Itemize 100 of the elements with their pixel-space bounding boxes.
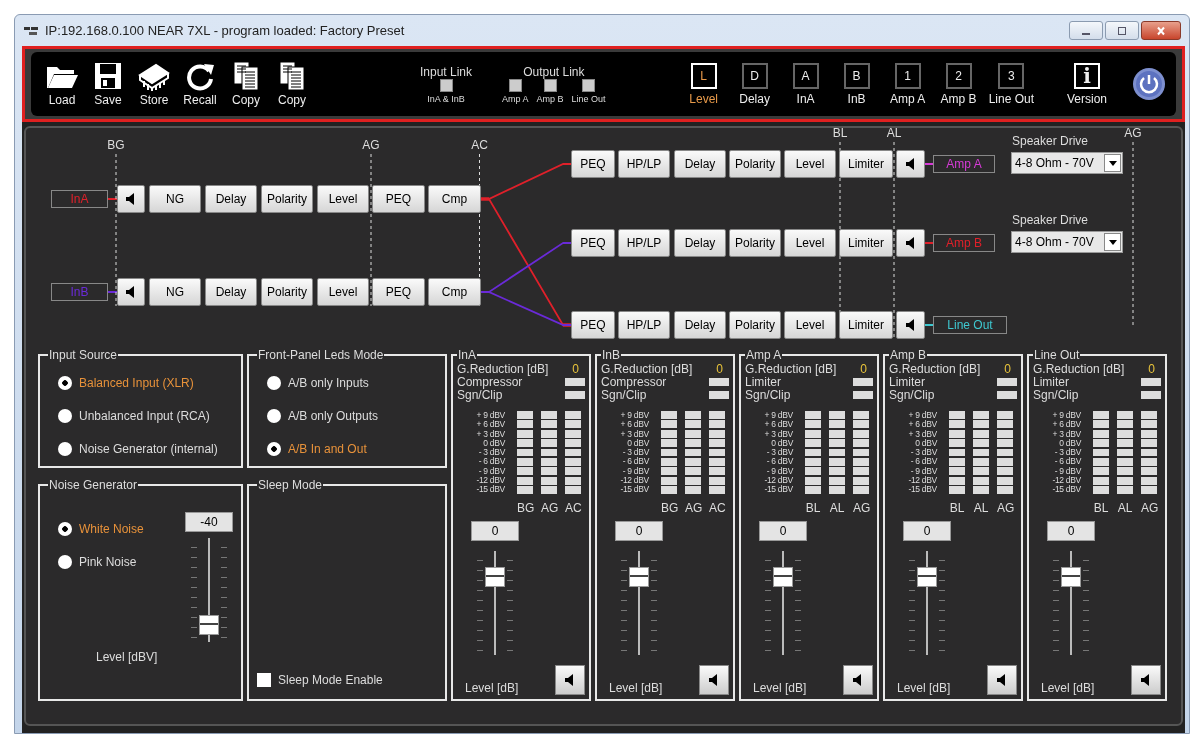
radio-button[interactable] — [58, 441, 72, 456]
chain-block-button[interactable]: Delay — [674, 150, 726, 178]
chain-block-button[interactable]: PEQ — [372, 185, 425, 213]
chain-block-button[interactable]: HP/LP — [618, 150, 670, 178]
mute-button[interactable] — [555, 665, 585, 695]
speaker-drive-dropdown[interactable]: 4-8 Ohm - 70V — [1011, 152, 1123, 174]
level-value-field[interactable]: 0 — [471, 520, 519, 541]
mute-button[interactable] — [896, 150, 925, 178]
chain-block-button[interactable]: Limiter — [839, 311, 893, 339]
meter-label: AG — [997, 500, 1013, 515]
radio-button[interactable] — [267, 441, 281, 456]
led-label: Sgn/Clip — [457, 387, 503, 402]
slider-thumb[interactable] — [1061, 567, 1081, 588]
mute-button[interactable] — [896, 311, 925, 339]
chain-block-button[interactable]: PEQ — [571, 150, 615, 178]
radio-button[interactable] — [267, 408, 281, 423]
chain-block-button[interactable]: Polarity — [261, 185, 313, 213]
mute-button[interactable] — [117, 278, 145, 306]
level-value-field[interactable]: 0 — [1047, 520, 1095, 541]
radio-button[interactable] — [58, 521, 72, 536]
close-button[interactable] — [1141, 21, 1181, 40]
chain-block-button[interactable]: Level — [784, 311, 836, 339]
toolbar-button[interactable]: Load — [45, 61, 79, 107]
maximize-button[interactable] — [1105, 21, 1139, 40]
mute-button[interactable] — [117, 185, 145, 213]
level-value-field[interactable]: 0 — [903, 520, 951, 541]
checkbox[interactable] — [257, 673, 271, 687]
level-value-field[interactable]: 0 — [615, 520, 663, 541]
chain-block-button[interactable]: HP/LP — [618, 229, 670, 257]
group-title: Line Out — [1033, 348, 1081, 362]
slider-thumb[interactable] — [485, 567, 505, 588]
view-tab[interactable]: A InA — [784, 62, 827, 106]
mute-button[interactable] — [896, 229, 925, 257]
view-tab[interactable]: L Level — [682, 62, 725, 106]
slider-thumb[interactable] — [917, 567, 937, 588]
view-tab[interactable]: B InB — [835, 62, 878, 106]
speaker-drive-dropdown[interactable]: 4-8 Ohm - 70V — [1011, 231, 1123, 253]
marker-label: AG — [361, 138, 381, 152]
meter-label: AG — [685, 500, 701, 515]
chain-block-button[interactable]: Delay — [205, 278, 257, 306]
scale-label: -12 dBV — [476, 476, 505, 486]
chain-block-button[interactable]: PEQ — [372, 278, 425, 306]
chain-block-button[interactable]: Delay — [205, 185, 257, 213]
mute-button[interactable] — [843, 665, 873, 695]
chain-block-button[interactable]: Polarity — [729, 150, 781, 178]
toolbar-button[interactable]: Recall — [183, 61, 217, 107]
chain-block-button[interactable]: Cmp — [428, 185, 481, 213]
toolbar-button[interactable]: Copy — [275, 61, 309, 107]
checkbox[interactable] — [439, 78, 453, 92]
checkbox-label: Amp B — [536, 93, 564, 104]
chain-block-button[interactable]: Delay — [674, 311, 726, 339]
chain-block-button[interactable]: PEQ — [571, 311, 615, 339]
checkbox[interactable] — [508, 78, 522, 92]
slider-thumb[interactable] — [199, 615, 219, 636]
toolbar-button[interactable]: Save — [91, 61, 125, 107]
chain-block-button[interactable]: Level — [784, 229, 836, 257]
checkbox[interactable] — [582, 78, 596, 92]
chain-block-button[interactable]: Cmp — [428, 278, 481, 306]
power-button[interactable] — [1132, 67, 1166, 101]
mute-button[interactable] — [699, 665, 729, 695]
level-value-field[interactable]: 0 — [759, 520, 807, 541]
toolbar-button[interactable]: Store — [137, 61, 171, 107]
radio-button[interactable] — [267, 375, 281, 390]
mute-button[interactable] — [1131, 665, 1161, 695]
chain-block-button[interactable]: PEQ — [571, 229, 615, 257]
radio-button[interactable] — [58, 375, 72, 390]
chain-block-button[interactable]: Polarity — [729, 229, 781, 257]
radio-button[interactable] — [58, 408, 72, 423]
view-tab[interactable]: D Delay — [733, 62, 776, 106]
scale-label: -15 dBV — [476, 485, 505, 495]
view-tab[interactable]: 3 Line Out — [988, 62, 1034, 106]
toolbar-button[interactable]: Copy — [229, 61, 263, 107]
scale-label: - 9 dBV — [910, 466, 937, 476]
slider-thumb[interactable] — [629, 567, 649, 588]
view-tab[interactable]: 1 Amp A — [886, 62, 929, 106]
chain-block-button[interactable]: Limiter — [839, 229, 893, 257]
slider-thumb[interactable] — [773, 567, 793, 588]
group-title: Sleep Mode — [257, 478, 324, 492]
app-icon — [23, 24, 39, 37]
version-button[interactable]: i Version — [1063, 62, 1111, 106]
chain-block-button[interactable]: Polarity — [729, 311, 781, 339]
chain-block-button[interactable]: Delay — [674, 229, 726, 257]
radio-button[interactable] — [58, 554, 72, 569]
view-tab[interactable]: 2 Amp B — [937, 62, 980, 106]
level-value-field[interactable]: -40 — [185, 512, 233, 532]
chain-block-button[interactable]: Polarity — [261, 278, 313, 306]
scale-label: - 6 dBV — [766, 457, 793, 467]
chain-block-button[interactable]: Level — [317, 278, 369, 306]
checkbox[interactable] — [543, 78, 557, 92]
minimize-button[interactable] — [1069, 21, 1103, 40]
mute-button[interactable] — [987, 665, 1017, 695]
led-label: Sgn/Clip — [1033, 387, 1079, 402]
chain-block-button[interactable]: Limiter — [839, 150, 893, 178]
chain-block-button[interactable]: Level — [784, 150, 836, 178]
chain-block-button[interactable]: Level — [317, 185, 369, 213]
gain-reduction-value: 0 — [1148, 361, 1155, 376]
chain-block-button[interactable]: NG — [149, 278, 201, 306]
chain-block-button[interactable]: NG — [149, 185, 201, 213]
meter-label: AL — [829, 500, 845, 515]
chain-block-button[interactable]: HP/LP — [618, 311, 670, 339]
